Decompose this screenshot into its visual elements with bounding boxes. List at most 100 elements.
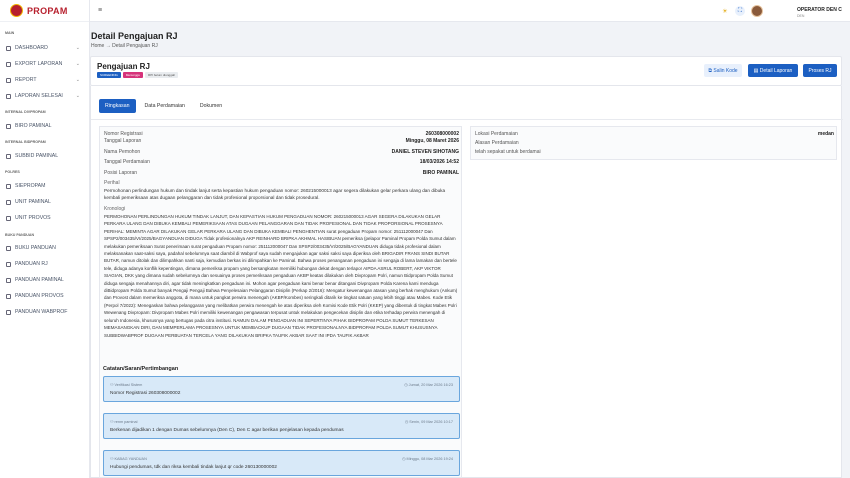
nomor-registrasi-row: Nomor Registrasi 260308000002	[104, 131, 459, 137]
sidebar-item-panduan-provos[interactable]: PANDUAN PROVOS	[0, 289, 90, 303]
copy-code-button[interactable]: ⧉ Salin Kode	[704, 64, 742, 77]
note-text: Hubungi pendumas, tdk dan riksa kembali …	[110, 465, 277, 470]
sidebar-item-laporan-selesai[interactable]: LAPORAN SELESAI ⌄	[0, 89, 90, 103]
sidebar-item-label: SUBBID PAMINAL	[15, 153, 59, 159]
tanggal-laporan-row: Tanggal Laporan Minggu, 08 Maret 2026	[104, 138, 459, 144]
sidebar-item-label: EXPORT LAPORAN	[15, 61, 63, 67]
section-label-internal-bidpropam: INTERNAL BIDPROPAM	[5, 140, 46, 144]
chevron-down-icon: ⌄	[75, 77, 80, 83]
sidebar-item-label: PANDUAN PROVOS	[15, 293, 64, 299]
sidebar-item-panduan-wabprof[interactable]: PANDUAN WABPROF	[0, 305, 90, 319]
avatar[interactable]	[751, 5, 763, 17]
field-value: BIRO PAMINAL	[422, 170, 459, 176]
sidebar-item-buku-panduan[interactable]: BUKU PANDUAN	[0, 241, 90, 255]
chevron-down-icon: ⌄	[75, 61, 80, 67]
folder-icon	[6, 183, 11, 189]
content-card: Ringkasan Data Perdamaian Dokumen Nomor …	[90, 86, 843, 478]
author-text: KABAG YANDUAN	[114, 457, 147, 461]
sidebar-item-panduan-paminal[interactable]: PANDUAN PAMINAL	[0, 273, 90, 287]
note-text: Berkenan dijadikan 1 dengan Dumas sebelu…	[110, 428, 344, 433]
logo-text: PROPAM	[27, 5, 68, 16]
note-date: ◷ Jumat, 20 Mar 2026 16:23	[404, 382, 453, 387]
detail-laporan-button[interactable]: ▤ Detail Laporan	[748, 64, 798, 77]
field-value: DANIEL STEVEN SIHOTANG	[391, 149, 459, 155]
status-badge: SCREENING	[97, 72, 121, 78]
alasan-label-row: Alasan Perdamaian	[475, 140, 834, 146]
sidebar-item-dashboard[interactable]: DASHBOARD ⌄	[0, 41, 90, 55]
sidebar-item-panduan-rj[interactable]: PANDUAN RJ	[0, 257, 90, 271]
posisi-laporan-row: Posisi Laporan BIRO PAMINAL	[104, 170, 459, 176]
sidebar-item-label: UNIT PAMINAL	[15, 199, 51, 205]
section-label-internal-divpropam: INTERNAL DIVPROPAM	[5, 110, 46, 114]
proses-rj-button[interactable]: Proses RJ	[803, 64, 837, 77]
author-text: Verifikasi Sistem	[114, 383, 143, 387]
breadcrumb-separator: →	[105, 43, 111, 49]
book-icon	[6, 293, 11, 299]
checklist-icon	[6, 93, 11, 99]
tab-dokumen[interactable]: Dokumen	[194, 99, 228, 113]
note-author: ⚇ renm paminal	[110, 419, 137, 424]
perihal-text: Permohonan perlindungan hukum dan tindak…	[104, 188, 446, 201]
book-icon	[6, 309, 11, 315]
tab-data-perdamaian[interactable]: Data Perdamaian	[139, 99, 191, 113]
field-value: 18/03/2026 14:52	[419, 159, 459, 165]
sidebar-item-unit-provos[interactable]: UNIT PROVOS	[0, 211, 90, 225]
app-logo[interactable]: PROPAM	[0, 0, 89, 22]
home-icon	[6, 45, 11, 51]
field-label: Lokasi Perdamaian	[475, 131, 518, 137]
status-badges: SCREENING Menunggu RPI belum diunggah	[97, 72, 179, 78]
sidebar-item-label: PANDUAN WABPROF	[15, 309, 68, 315]
nama-pemohon-row: Nama Pemohon DANIEL STEVEN SIHOTANG	[104, 149, 459, 155]
lokasi-panel: Lokasi Perdamaian medan Alasan Perdamaian…	[470, 126, 837, 160]
sidebar-item-export-laporan[interactable]: EXPORT LAPORAN ⌄	[0, 57, 90, 71]
propam-emblem-icon	[10, 4, 23, 17]
section-label-polres: POLRES	[5, 170, 20, 174]
sidebar-item-biro-paminal[interactable]: BIRO PAMINAL	[0, 119, 90, 133]
sidebar-item-unit-paminal[interactable]: UNIT PAMINAL	[0, 195, 90, 209]
tab-ringkasan[interactable]: Ringkasan	[99, 99, 136, 113]
note-author: ⚇ KABAG YANDUAN	[110, 456, 147, 461]
hamburger-menu-icon[interactable]: ≡	[98, 7, 102, 14]
chevron-down-icon: ⌄	[75, 45, 80, 51]
sidebar-item-siepropam[interactable]: SIEPROPAM	[0, 179, 90, 193]
sidebar-item-label: LAPORAN SELESAI	[15, 93, 63, 99]
tab-bar: Ringkasan Data Perdamaian Dokumen	[99, 99, 228, 113]
lokasi-row: Lokasi Perdamaian medan	[475, 131, 834, 137]
note-author: ⚇ Verifikasi Sistem	[110, 382, 142, 387]
field-label: Tanggal Laporan	[104, 138, 142, 144]
sidebar-item-report[interactable]: REPORT ⌄	[0, 73, 90, 87]
notes-title: Catatan/Saran/Pertimbangan	[103, 366, 179, 372]
report-icon	[6, 77, 11, 83]
sidebar: PROPAM MAIN DASHBOARD ⌄ EXPORT LAPORAN ⌄ R…	[0, 0, 90, 478]
note-card: ⚇ renm paminal ◷ Senin, 09 Mar 2026 10:1…	[103, 413, 460, 439]
button-label: Salin Kode	[713, 67, 738, 74]
breadcrumb-current: Detail Pengajuan RJ	[112, 43, 158, 49]
book-icon	[6, 261, 11, 267]
field-value: Minggu, 08 Maret 2026	[405, 138, 459, 144]
kronologi-label: Kronologi	[104, 206, 126, 212]
user-name[interactable]: OPERATOR DEN C	[797, 7, 842, 13]
top-bar: ≡ ☀ ⛶ OPERATOR DEN C DEN	[90, 0, 850, 22]
folder-icon	[6, 215, 11, 221]
fullscreen-icon[interactable]: ⛶	[735, 6, 745, 16]
alasan-value-row: telah sepakat untuk berdamai	[475, 149, 834, 155]
note-date: ◷ Senin, 09 Mar 2026 10:17	[405, 419, 453, 424]
sidebar-item-label: UNIT PROVOS	[15, 215, 51, 221]
date-text: Jumat, 20 Mar 2026 16:23	[408, 383, 453, 387]
button-label: Detail Laporan	[759, 67, 793, 74]
theme-toggle-icon[interactable]: ☀	[720, 6, 730, 16]
note-card: ⚇ Verifikasi Sistem ◷ Jumat, 20 Mar 2026…	[103, 376, 460, 402]
perihal-label: Perihal	[104, 180, 120, 186]
sidebar-item-label: PANDUAN PAMINAL	[15, 277, 64, 283]
sidebar-item-label: REPORT	[15, 77, 37, 83]
folder-icon	[6, 153, 11, 159]
divider	[91, 119, 843, 120]
breadcrumb-home[interactable]: Home	[91, 43, 104, 49]
sidebar-item-label: BIRO PAMINAL	[15, 123, 52, 129]
field-value: medan	[817, 131, 834, 137]
sidebar-item-subbid-paminal[interactable]: SUBBID PAMINAL	[0, 149, 90, 163]
folder-icon	[6, 199, 11, 205]
note-date: ◷ Minggu, 08 Mar 2026 19:24	[402, 456, 453, 461]
sidebar-item-label: SIEPROPAM	[15, 183, 46, 189]
author-text: renm paminal	[114, 420, 138, 424]
